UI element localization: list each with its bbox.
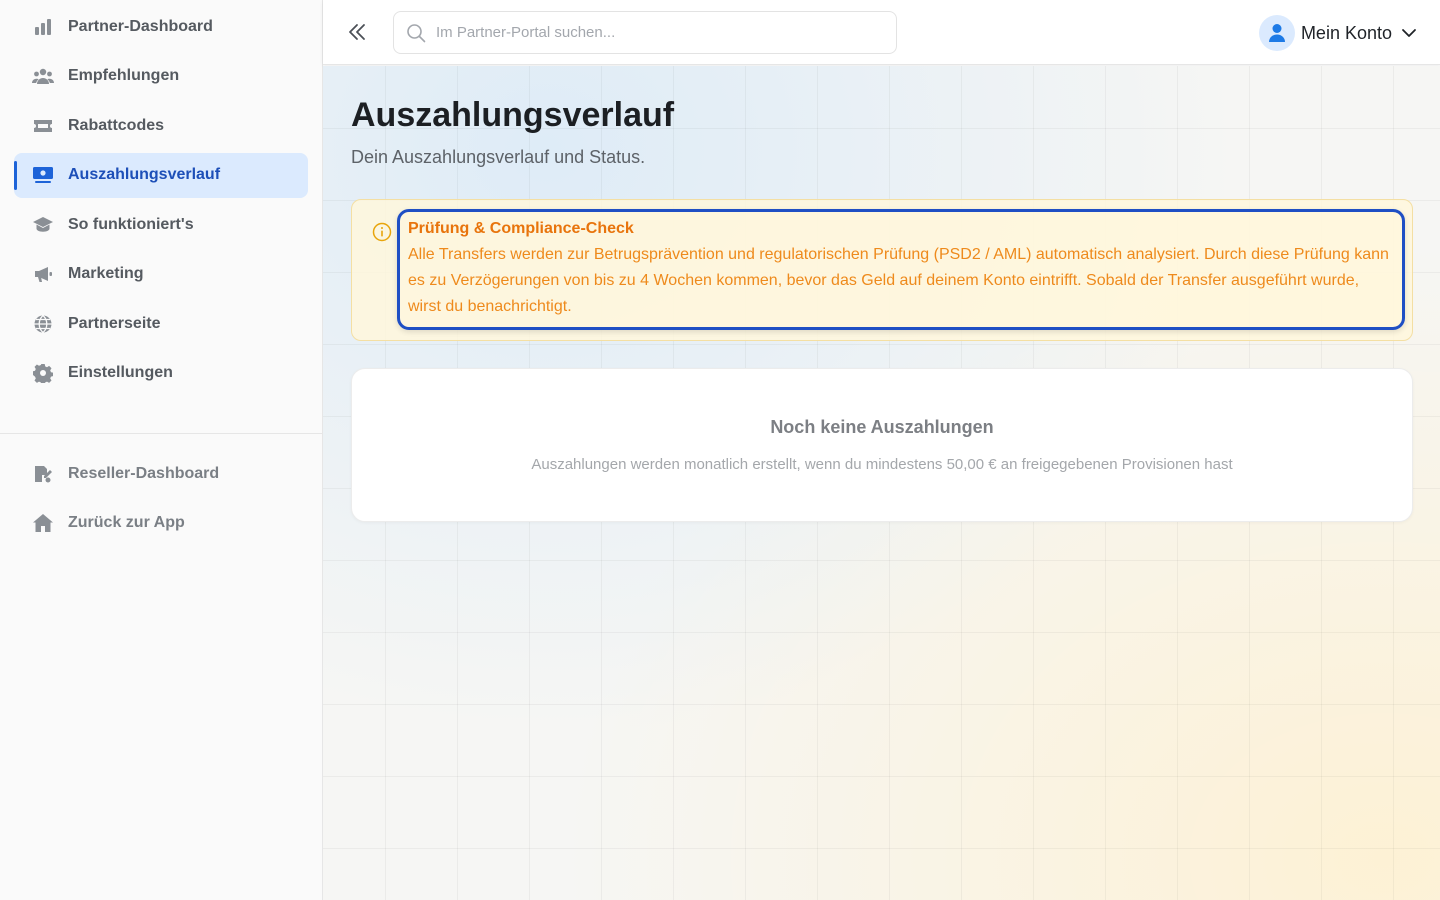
sidebar-item-einstellungen[interactable]: Einstellungen [14,351,308,396]
double-chevron-left-icon [349,24,365,40]
ticket-icon [32,115,54,137]
account-label: Mein Konto [1300,22,1392,43]
sidebar-item-zurueck-zur-app[interactable]: Zurück zur App [14,501,308,546]
home-icon [32,512,54,534]
notice-content: Prüfung & Compliance-Check Alle Transfer… [397,209,1405,330]
sidebar-divider [0,433,322,434]
sidebar-nav: Partner-Dashboard Empfehlungen Rabattcod… [14,4,308,400]
graduation-cap-icon [32,214,54,236]
sidebar-item-marketing[interactable]: Marketing [14,252,308,297]
search-bar[interactable] [393,11,897,54]
account-menu-button[interactable]: Mein Konto [1258,14,1418,52]
money-bill-icon [32,164,54,186]
sidebar-item-label: Partner-Dashboard [68,17,213,35]
users-icon [32,65,54,87]
chevron-down-icon [1402,29,1416,37]
sidebar-item-label: Partnerseite [68,314,161,332]
sidebar-item-label: So funktioniert's [68,215,194,233]
notice-title: Prüfung & Compliance-Check [408,220,634,237]
notice-text: Alle Transfers werden zur Betrugsprävent… [408,246,1389,315]
bar-chart-icon [32,16,54,38]
reseller-icon [32,463,54,485]
empty-state-title: Noch keine Auszahlungen [770,417,994,437]
sidebar-item-auszahlungsverlauf[interactable]: Auszahlungsverlauf [14,152,308,198]
compliance-notice: Prüfung & Compliance-Check Alle Transfer… [351,199,1413,341]
sidebar-item-label: Reseller-Dashboard [68,464,220,482]
main-content: Auszahlungsverlauf Dein Auszahlungsverla… [323,66,1440,900]
globe-icon [32,313,54,335]
sidebar: Partner-Dashboard Empfehlungen Rabattcod… [0,0,323,900]
user-icon [1268,24,1285,42]
sidebar-item-label: Marketing [68,265,144,282]
sidebar-item-so-funktionierts[interactable]: So funktioniert's [14,202,308,247]
collapse-sidebar-button[interactable] [345,20,369,44]
sidebar-item-label: Zurück zur App [68,514,185,531]
sidebar-secondary-nav: Reseller-Dashboard Zurück zur App [14,451,308,550]
sidebar-item-label: Auszahlungsverlauf [68,166,221,183]
search-icon [407,23,426,42]
sidebar-item-empfehlungen[interactable]: Empfehlungen [14,54,308,99]
gear-icon [32,362,54,384]
sidebar-item-partnerseite[interactable]: Partnerseite [14,301,308,346]
search-input[interactable] [436,24,856,41]
sidebar-item-rabattcodes[interactable]: Rabattcodes [14,103,308,148]
empty-state-text: Auszahlungen werden monatlich erstellt, … [531,456,1233,473]
info-icon [372,222,392,242]
page-subtitle: Dein Auszahlungsverlauf und Status. [351,147,646,167]
sidebar-item-reseller-dashboard[interactable]: Reseller-Dashboard [14,451,308,496]
megaphone-icon [32,263,54,285]
sidebar-item-label: Einstellungen [68,364,173,381]
avatar [1258,15,1295,51]
top-header: Mein Konto [323,0,1440,65]
page-title: Auszahlungsverlauf [351,96,675,134]
sidebar-item-label: Empfehlungen [68,67,180,84]
empty-payouts-card: Noch keine Auszahlungen Auszahlungen wer… [351,368,1413,522]
sidebar-item-partner-dashboard[interactable]: Partner-Dashboard [14,4,308,49]
sidebar-item-label: Rabattcodes [68,116,165,134]
